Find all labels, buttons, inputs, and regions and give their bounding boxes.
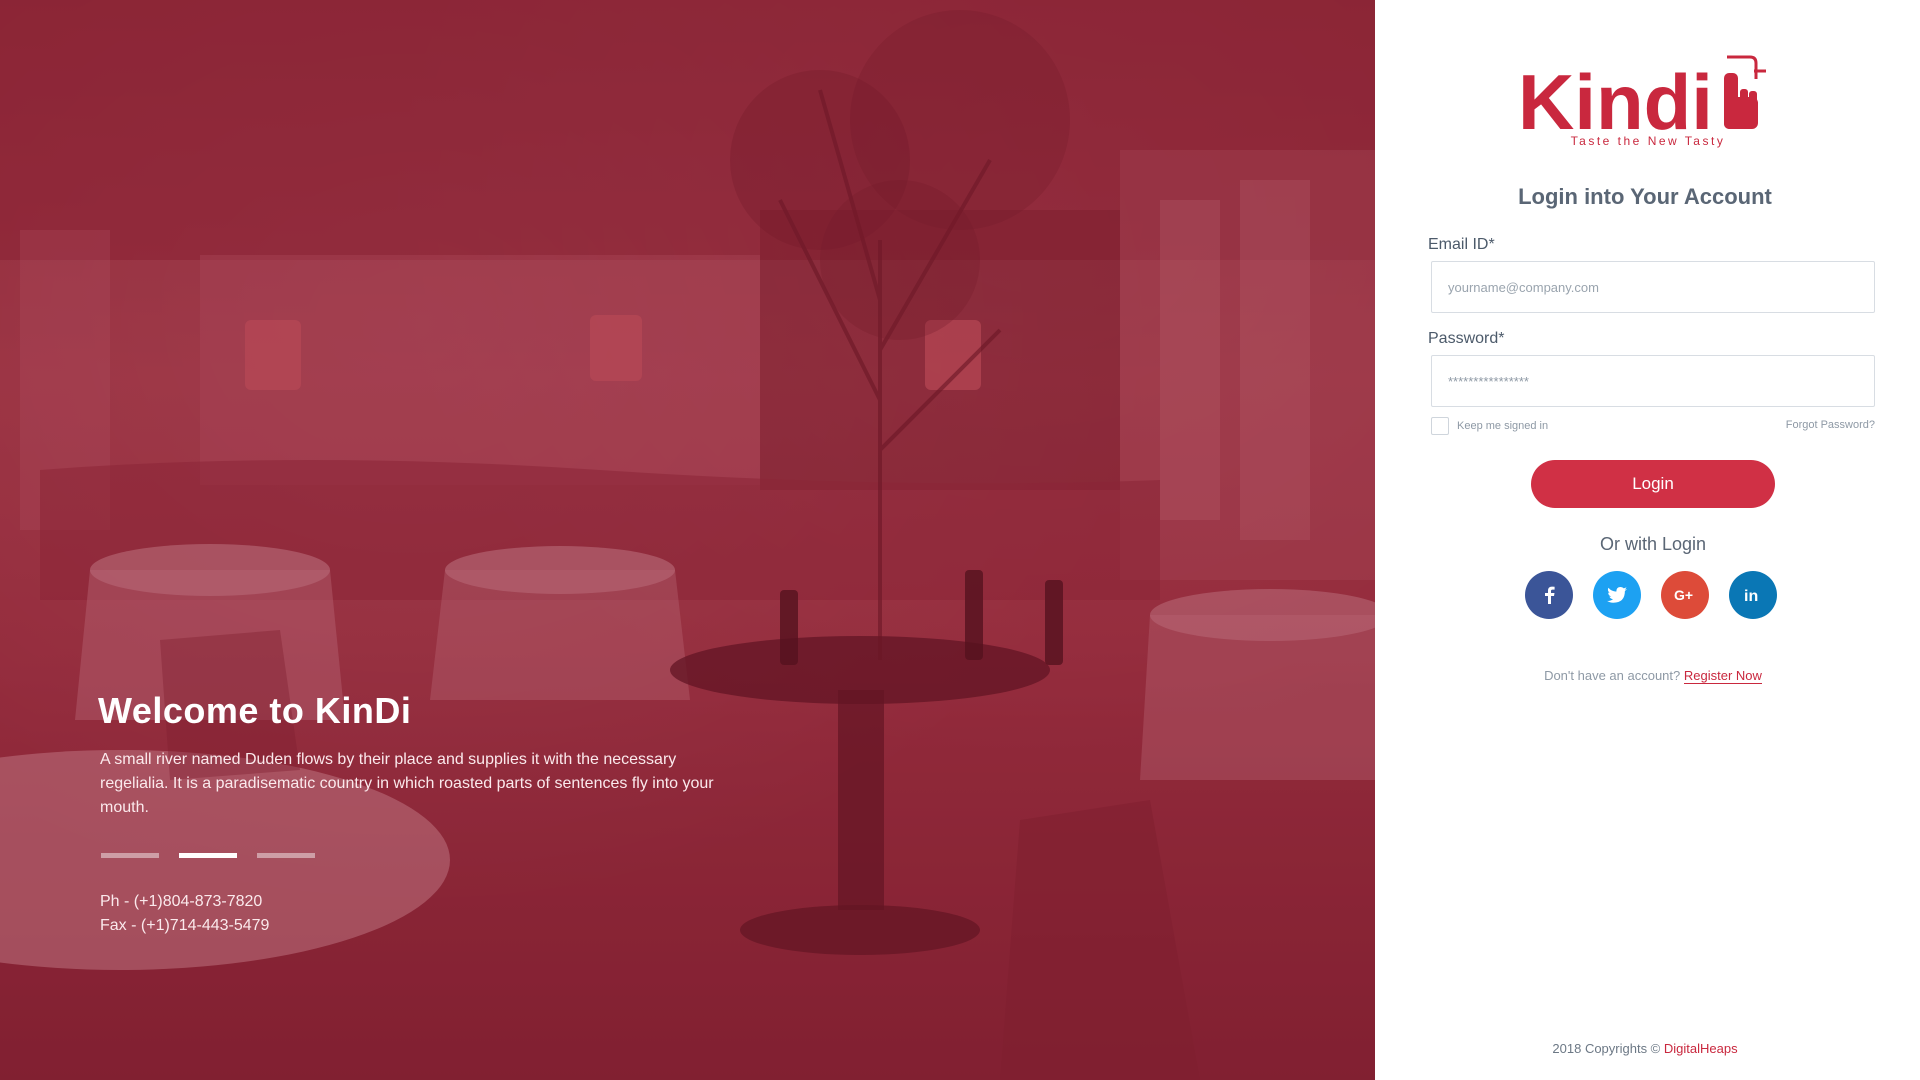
google-plus-icon: G+ (1674, 588, 1693, 602)
password-input[interactable] (1431, 355, 1875, 407)
social-login-buttons: G+ in (1525, 571, 1777, 619)
slider-dot-3[interactable] (257, 853, 315, 858)
logo-wordmark: Kindi (1518, 58, 1713, 146)
slider-dot-1[interactable] (101, 853, 159, 858)
svg-text:in: in (1744, 588, 1758, 603)
register-prompt: Don't have an account? Register Now (1375, 668, 1920, 684)
logo-tagline: Taste the New Tasty (1571, 134, 1726, 148)
kindi-logo: Kindi Taste the New Tasty (1518, 55, 1766, 148)
svg-text:G+: G+ (1674, 588, 1693, 602)
linkedin-icon: in (1744, 588, 1758, 603)
slider-dot-2[interactable] (179, 853, 237, 858)
password-label: Password* (1428, 330, 1505, 347)
email-input[interactable] (1431, 261, 1875, 313)
fax-number: Fax - (+1)714-443-5479 (100, 917, 270, 934)
remember-me: Keep me signed in (1431, 417, 1548, 435)
hero-section: Welcome to KinDi A small river named Dud… (0, 0, 1375, 1080)
hero-description: A small river named Duden flows by their… (100, 751, 714, 816)
hand-logo-icon (1724, 55, 1766, 129)
email-label: Email ID* (1428, 236, 1495, 253)
register-prompt-text: Don't have an account? (1544, 668, 1681, 683)
login-panel: Kindi Taste the New Tasty Login into You… (1375, 0, 1920, 1080)
google-plus-login-button[interactable]: G+ (1661, 571, 1709, 619)
phone-number: Ph - (+1)804-873-7820 (100, 893, 263, 910)
slider-indicators (101, 853, 738, 858)
contact-info: Ph - (+1)804-873-7820 Fax - (+1)714-443-… (100, 890, 738, 938)
hero-content: Welcome to KinDi A small river named Dud… (98, 690, 738, 938)
facebook-login-button[interactable] (1525, 571, 1573, 619)
register-now-link[interactable]: Register Now (1683, 668, 1762, 684)
twitter-login-button[interactable] (1593, 571, 1641, 619)
forgot-password-link[interactable]: Forgot Password? (1786, 419, 1875, 431)
login-button[interactable]: Login (1531, 460, 1775, 508)
social-login-heading: Or with Login (1599, 534, 1707, 554)
remember-me-checkbox[interactable] (1431, 417, 1449, 435)
login-title: Login into Your Account (1518, 184, 1772, 209)
twitter-icon (1607, 587, 1627, 603)
linkedin-login-button[interactable]: in (1729, 571, 1777, 619)
hero-title: Welcome to KinDi (98, 690, 412, 731)
company-link[interactable]: DigitalHeaps (1664, 1041, 1738, 1056)
copyright-text: 2018 Copyrights © (1552, 1041, 1661, 1056)
copyright-footer: 2018 Copyrights © DigitalHeaps (1375, 1041, 1915, 1056)
facebook-icon (1545, 586, 1555, 604)
remember-me-label: Keep me signed in (1457, 420, 1549, 432)
